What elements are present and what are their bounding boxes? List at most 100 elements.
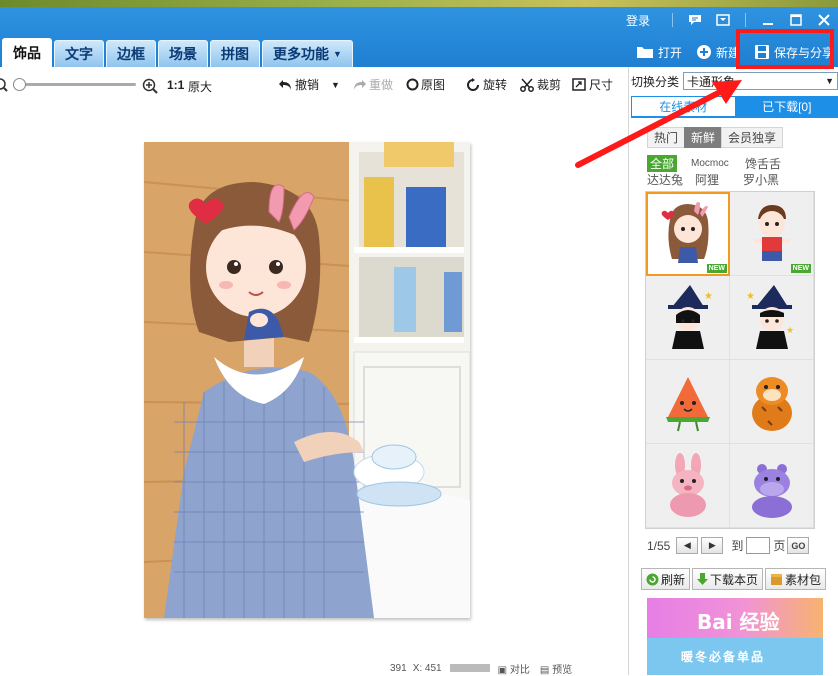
preview-button[interactable]: ▤ 预览 — [540, 661, 572, 676]
zoom-out-icon[interactable] — [0, 78, 8, 95]
new-badge: NEW — [791, 264, 811, 273]
original-size-button[interactable]: 原大 — [188, 78, 212, 95]
new-badge: NEW — [707, 264, 727, 273]
material-item[interactable] — [730, 444, 814, 528]
download-arrow-icon — [697, 573, 708, 586]
maximize-icon[interactable] — [788, 13, 804, 27]
edit-toolbar: 1:1 原大 撤销 ▼ 重做 原图 旋转 裁剪 尺寸 — [0, 67, 628, 103]
original-image-button[interactable]: 原图 — [406, 76, 445, 93]
close-icon[interactable] — [816, 13, 832, 27]
page-indicator: 1/55 — [647, 539, 670, 553]
boy-sticker-icon — [742, 199, 802, 269]
tab-collage[interactable]: 拼图 — [210, 40, 260, 67]
window-top-strip — [0, 0, 838, 7]
tab-text[interactable]: 文字 — [54, 40, 104, 67]
zoom-in-icon[interactable] — [142, 78, 158, 97]
minimize-icon[interactable] — [760, 13, 776, 27]
scissors-icon — [520, 78, 535, 92]
crop-button[interactable]: 裁剪 — [520, 76, 561, 93]
tab-scene[interactable]: 场景 — [158, 40, 208, 67]
watermelon-icon — [658, 367, 718, 437]
open-button[interactable]: 打开 — [636, 44, 682, 61]
zoom-slider-thumb[interactable] — [13, 78, 26, 91]
tab-downloaded[interactable]: 已下载[0] — [736, 96, 838, 116]
chevron-down-icon: ▼ — [825, 76, 834, 86]
material-grid: NEW NEW ★ — [645, 191, 815, 529]
pager: 1/55 ◀ ▶ 到 页 GO — [647, 537, 809, 554]
size-button[interactable]: 尺寸 — [572, 76, 613, 93]
material-item[interactable] — [646, 360, 730, 444]
witch-boy-icon: ★ ★ — [742, 283, 802, 353]
undo-button[interactable]: 撤销 ▼ — [278, 76, 340, 93]
status-bar: 391 X: 451 ▣ 对比 ▤ 预览 — [390, 661, 572, 675]
main-tabs: 饰品 文字 边框 场景 拼图 更多功能▼ — [0, 38, 353, 67]
zoom-slider[interactable] — [16, 83, 136, 86]
purple-hippo-icon — [742, 451, 802, 521]
svg-text:★: ★ — [704, 291, 713, 302]
one-to-one-button[interactable]: 1:1 — [167, 78, 184, 92]
tab-online-materials[interactable]: 在线素材 — [631, 96, 736, 116]
editing-canvas[interactable]: 391 X: 451 ▣ 对比 ▤ 预览 — [0, 103, 628, 675]
rotate-icon — [466, 78, 481, 92]
svg-text:★: ★ — [786, 325, 794, 335]
material-item[interactable]: ★ — [646, 276, 730, 360]
undo-icon — [278, 78, 293, 92]
rabbit-ear-girl-sticker-icon — [658, 199, 718, 269]
banner-caption: 暖冬必备单品 — [681, 648, 765, 665]
package-icon — [770, 573, 783, 586]
material-item[interactable]: NEW — [646, 192, 730, 276]
filter-luoxiaohei[interactable]: 罗小黑 — [743, 171, 789, 188]
prev-page-button[interactable]: ◀ — [676, 537, 698, 554]
material-item[interactable] — [646, 444, 730, 528]
cartoon-head-sticker — [189, 182, 321, 342]
rotate-button[interactable]: 旋转 — [466, 76, 507, 93]
status-progress — [450, 664, 490, 672]
redo-button[interactable]: 重做 — [352, 76, 393, 93]
login-link[interactable]: 登录 — [626, 12, 650, 29]
filter-chanshesh[interactable]: 馋舌舌 — [745, 155, 791, 172]
folder-icon — [636, 45, 654, 59]
menu-dropdown-icon[interactable] — [715, 13, 731, 27]
svg-text:★: ★ — [746, 291, 755, 302]
undo-dropdown-icon[interactable]: ▼ — [331, 80, 340, 90]
witch-girl-icon: ★ — [658, 283, 718, 353]
page-number-input[interactable] — [746, 537, 770, 554]
filter-mocmoc[interactable]: Mocmoc — [691, 158, 743, 169]
material-item[interactable] — [730, 360, 814, 444]
filter-all[interactable]: 全部 — [647, 155, 677, 172]
category-label: 切换分类 — [631, 73, 679, 90]
compare-button[interactable]: ▣ 对比 — [498, 661, 530, 676]
message-icon[interactable] — [687, 13, 703, 27]
download-page-button[interactable]: 下载本页 — [692, 568, 763, 590]
material-pack-button[interactable]: 素材包 — [765, 568, 826, 590]
plus-circle-icon — [696, 44, 712, 60]
refresh-button[interactable]: 刷新 — [641, 568, 690, 590]
pink-bunny-icon — [658, 451, 718, 521]
refresh-icon — [646, 573, 659, 586]
material-panel: 切换分类 卡通形象 ▼ 在线素材 已下载[0] 热门 新鲜 会员独享 全部 Mo… — [629, 67, 838, 675]
next-page-button[interactable]: ▶ — [701, 537, 723, 554]
go-button[interactable]: GO — [787, 537, 809, 554]
tiger-icon — [742, 367, 802, 437]
material-item[interactable]: ★ ★ — [730, 276, 814, 360]
new-button[interactable]: 新建 — [696, 44, 740, 61]
tab-more-features[interactable]: 更多功能▼ — [262, 40, 353, 67]
subtab-hot[interactable]: 热门 — [647, 127, 685, 148]
promo-banner[interactable]: Bai 经验 暖冬必备单品 — [647, 598, 823, 675]
tab-accessories[interactable]: 饰品 — [2, 38, 52, 67]
filter-dadatu[interactable]: 达达兔 — [647, 171, 693, 188]
category-select[interactable]: 卡通形象 ▼ — [683, 72, 838, 90]
material-item[interactable]: NEW — [730, 192, 814, 276]
highlight-box — [736, 29, 834, 69]
title-bar: 登录 饰品 文字 边框 场景 拼图 更多功能▼ 打开 — [0, 7, 838, 67]
edited-photo[interactable] — [144, 142, 470, 618]
resize-icon — [572, 78, 587, 92]
filter-ali[interactable]: 阿狸 — [695, 171, 741, 188]
subtab-vip[interactable]: 会员独享 — [721, 127, 783, 148]
tab-border[interactable]: 边框 — [106, 40, 156, 67]
circle-icon — [406, 78, 419, 91]
watermark-text: Bai 经验 — [697, 606, 780, 635]
subtab-fresh[interactable]: 新鲜 — [684, 127, 722, 148]
chevron-down-icon: ▼ — [333, 49, 342, 59]
series-filters: 全部 Mocmoc 馋舌舌 达达兔 阿狸 罗小黑 — [647, 155, 837, 187]
